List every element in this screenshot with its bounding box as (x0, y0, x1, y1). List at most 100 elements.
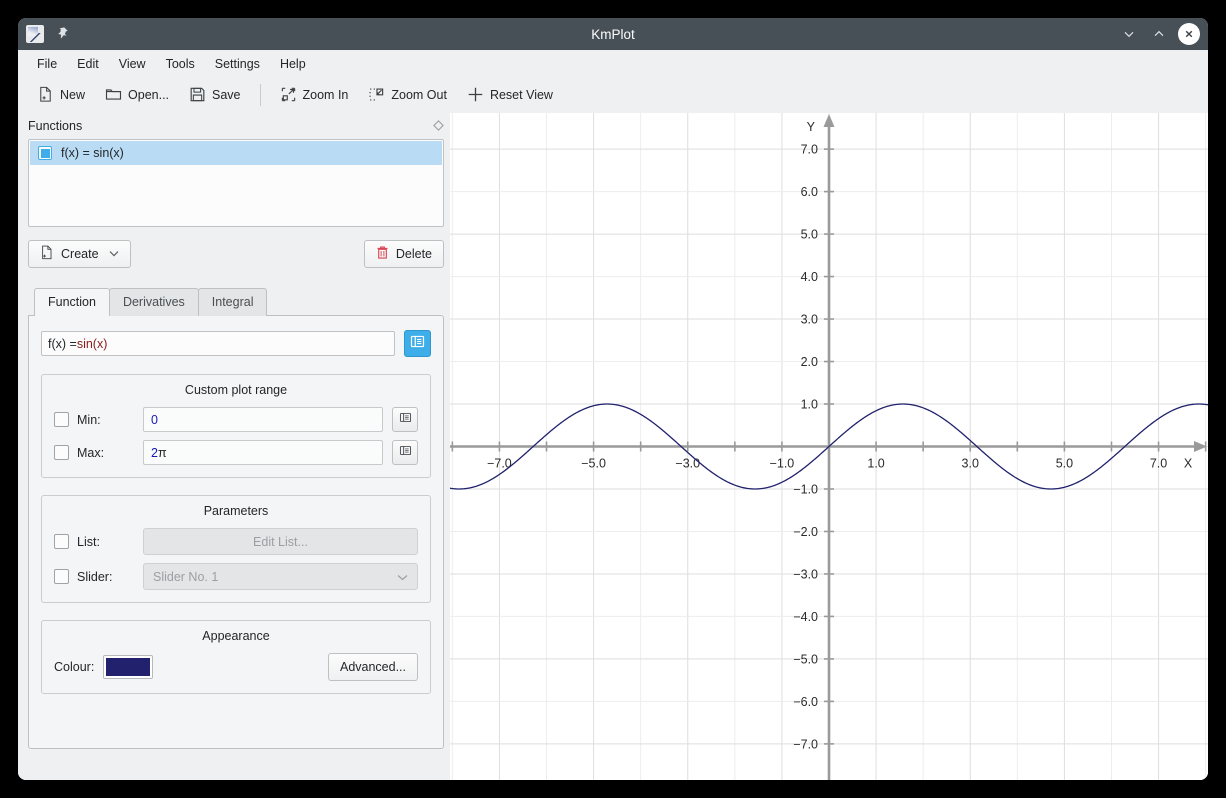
colour-swatch-button[interactable] (103, 655, 153, 679)
toolbar-new-label: New (60, 88, 85, 102)
plot-tick-labels: −7.0−5.0−3.0−1.01.03.05.07.07.06.05.04.0… (487, 120, 1193, 751)
svg-text:−4.0: −4.0 (793, 610, 818, 624)
function-tabs: Function Derivatives Integral (28, 288, 444, 316)
tab-derivatives[interactable]: Derivatives (109, 288, 199, 316)
advanced-button[interactable]: Advanced... (328, 653, 418, 681)
pin-icon-svg (55, 26, 69, 40)
min-row: Min: 0 (54, 407, 418, 432)
menu-file[interactable]: File (27, 54, 67, 74)
equation-row: f(x) = sin(x) (41, 330, 431, 357)
colour-swatch-fill (106, 658, 150, 676)
edit-list-button[interactable]: Edit List... (143, 528, 418, 555)
menu-edit[interactable]: Edit (67, 54, 109, 74)
colour-label: Colour: (54, 660, 94, 674)
toolbar-save-label: Save (212, 88, 241, 102)
float-dock-icon[interactable] (433, 120, 444, 133)
svg-text:−3.0: −3.0 (793, 567, 818, 581)
max-equation-editor-button[interactable] (392, 440, 418, 465)
function-visible-checkbox[interactable] (38, 146, 52, 160)
toolbar-new-button[interactable]: New (28, 82, 94, 107)
equation-prefix: f(x) = (48, 337, 77, 351)
folder-open-icon (105, 86, 122, 103)
toolbar-zoom-in-button[interactable]: Zoom In (271, 82, 358, 107)
svg-text:−7.0: −7.0 (793, 737, 818, 751)
svg-text:−1.0: −1.0 (770, 457, 795, 471)
menu-tools[interactable]: Tools (156, 54, 205, 74)
svg-text:2.0: 2.0 (801, 355, 818, 369)
tab-function[interactable]: Function (34, 288, 110, 316)
tab-integral[interactable]: Integral (198, 288, 268, 316)
maximize-button[interactable] (1148, 23, 1170, 45)
max-checkbox[interactable] (54, 445, 69, 460)
toolbar-save-button[interactable]: Save (180, 82, 250, 107)
toolbar-zoom-out-label: Zoom Out (391, 88, 447, 102)
list-row: List: Edit List... (54, 528, 418, 555)
list-checkbox[interactable] (54, 534, 69, 549)
max-value-suffix: π (158, 446, 167, 460)
appearance-title: Appearance (54, 629, 418, 643)
min-input[interactable]: 0 (143, 407, 383, 432)
parameters-title: Parameters (54, 504, 418, 518)
create-button[interactable]: Create (28, 240, 131, 268)
svg-text:4.0: 4.0 (801, 270, 818, 284)
close-button[interactable] (1178, 23, 1200, 45)
chevron-down-icon (109, 249, 119, 260)
new-function-icon (40, 245, 54, 263)
svg-text:−2.0: −2.0 (793, 525, 818, 539)
toolbar-open-label: Open... (128, 88, 169, 102)
appearance-group: Appearance Colour: Advanced... (41, 620, 431, 694)
svg-text:−6.0: −6.0 (793, 695, 818, 709)
equation-editor-icon (399, 411, 412, 429)
parameters-group: Parameters List: Edit List... Slider: (41, 495, 431, 603)
window-title: KmPlot (18, 27, 1208, 42)
zoom-out-icon (368, 86, 385, 103)
list-item[interactable]: f(x) = sin(x) (30, 141, 442, 165)
function-list[interactable]: f(x) = sin(x) (28, 139, 444, 227)
max-value-number: 2 (151, 446, 158, 460)
equation-input[interactable]: f(x) = sin(x) (41, 331, 395, 356)
toolbar-reset-view-button[interactable]: Reset View (458, 82, 562, 107)
toolbar-zoom-out-button[interactable]: Zoom Out (359, 82, 456, 107)
function-tab-panel: f(x) = sin(x) (28, 315, 444, 749)
max-label: Max: (77, 446, 143, 460)
colour-row: Colour: Advanced... (54, 653, 418, 681)
min-checkbox[interactable] (54, 412, 69, 427)
plot-canvas[interactable]: −7.0−5.0−3.0−1.01.03.05.07.07.06.05.04.0… (450, 113, 1208, 780)
chevron-down-icon (397, 570, 408, 584)
minimize-button[interactable] (1118, 23, 1140, 45)
max-input[interactable]: 2π (143, 440, 383, 465)
custom-plot-range-title: Custom plot range (54, 383, 418, 397)
svg-text:3.0: 3.0 (962, 457, 979, 471)
delete-button[interactable]: Delete (364, 240, 444, 268)
equation-editor-button[interactable] (404, 330, 431, 357)
menu-view[interactable]: View (109, 54, 156, 74)
svg-text:Y: Y (807, 120, 816, 134)
zoom-in-icon (280, 86, 297, 103)
svg-text:6.0: 6.0 (801, 185, 818, 199)
menu-help[interactable]: Help (270, 54, 316, 74)
toolbar-zoom-in-label: Zoom In (303, 88, 349, 102)
svg-text:7.0: 7.0 (801, 143, 818, 157)
list-actions: Create (28, 240, 444, 268)
min-equation-editor-button[interactable] (392, 407, 418, 432)
equation-body: sin(x) (77, 337, 108, 351)
menu-settings[interactable]: Settings (205, 54, 270, 74)
svg-text:X: X (1184, 457, 1193, 471)
max-row: Max: 2π (54, 440, 418, 465)
svg-text:3.0: 3.0 (801, 313, 818, 327)
delete-button-label: Delete (396, 247, 432, 261)
svg-text:1.0: 1.0 (867, 457, 884, 471)
svg-text:5.0: 5.0 (801, 228, 818, 242)
svg-text:−3.0: −3.0 (675, 457, 700, 471)
plot-area[interactable]: −7.0−5.0−3.0−1.01.03.05.07.07.06.05.04.0… (450, 113, 1208, 780)
pin-icon[interactable] (54, 26, 70, 42)
toolbar-open-button[interactable]: Open... (96, 82, 178, 107)
slider-checkbox[interactable] (54, 569, 69, 584)
custom-plot-range-group: Custom plot range Min: 0 (41, 374, 431, 478)
slider-row: Slider: Slider No. 1 (54, 563, 418, 590)
list-label: List: (77, 535, 143, 549)
slider-select[interactable]: Slider No. 1 (143, 563, 418, 590)
floppy-disk-icon (189, 86, 206, 103)
equation-editor-icon (410, 334, 425, 354)
svg-text:−5.0: −5.0 (581, 457, 606, 471)
